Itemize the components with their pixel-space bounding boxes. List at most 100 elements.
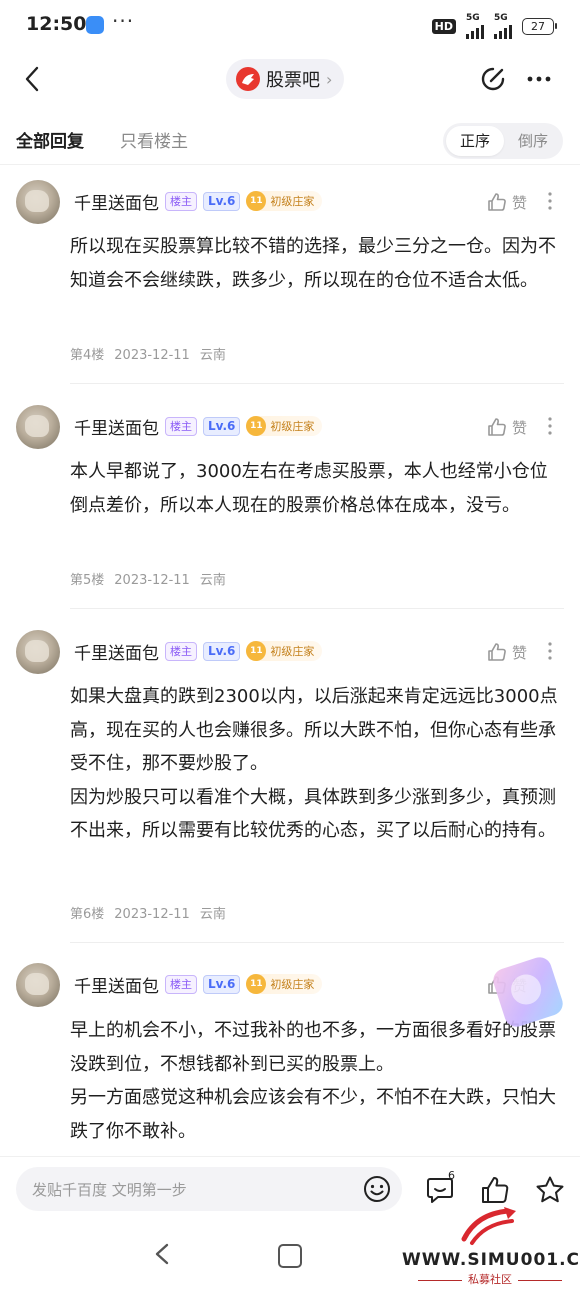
post-date: 2023-12-11 xyxy=(114,907,190,922)
post-content: 早上的机会不小，不过我补的也不多，一方面很多看好的股票没跌到位，不想钱都补到已买… xyxy=(70,1014,558,1148)
reply-input[interactable]: 发贴千百度 文明第一步 xyxy=(16,1167,402,1211)
star-icon[interactable] xyxy=(534,1174,566,1206)
status-time: 12:50 xyxy=(26,13,87,35)
paragraph: 所以现在买股票算比较不错的选择，最少三分之一仓。因为不知道会不会继续跌，跌多少，… xyxy=(70,236,556,291)
chevron-right-icon: › xyxy=(326,69,333,89)
post-location: 云南 xyxy=(199,348,226,363)
more-vertical-icon[interactable] xyxy=(546,641,554,661)
signal-2: 5G xyxy=(494,14,512,39)
watermark-subtitle: 私募社区 xyxy=(410,1271,570,1287)
op-badge: 楼主 xyxy=(165,641,197,661)
back-button[interactable] xyxy=(18,64,48,94)
rank-medal-icon: 11 xyxy=(246,974,267,994)
sort-desc-button[interactable]: 倒序 xyxy=(505,126,561,156)
reply-placeholder: 发贴千百度 文明第一步 xyxy=(32,1181,187,1199)
battery-icon: 27 xyxy=(522,18,557,35)
avatar[interactable] xyxy=(16,963,60,1007)
status-more-indicator: ··· xyxy=(112,9,135,33)
divider xyxy=(70,383,564,384)
post-location: 云南 xyxy=(199,573,226,588)
post-meta: 第5楼 2023-12-11 云南 xyxy=(70,569,236,588)
like-label: 赞 xyxy=(512,193,528,212)
level-badge: Lv.6 xyxy=(203,191,241,211)
divider xyxy=(70,942,564,943)
username[interactable]: 千里送面包 xyxy=(74,414,159,439)
level-badge: Lv.6 xyxy=(203,641,241,661)
post-content: 如果大盘真的跌到2300以内，以后涨起来肯定远远比3000点高，现在买的人也会赚… xyxy=(70,680,558,848)
like-button[interactable]: 赞 xyxy=(486,641,527,663)
rank-badge: 11 初级庄家 xyxy=(246,191,323,211)
back-arrow-icon xyxy=(25,66,39,92)
paragraph: 早上的机会不小，不过我补的也不多，一方面很多看好的股票没跌到位，不想钱都补到已买… xyxy=(70,1020,556,1075)
post-date: 2023-12-11 xyxy=(114,348,190,363)
op-badge: 楼主 xyxy=(165,416,197,436)
avatar[interactable] xyxy=(16,180,60,224)
forum-link[interactable]: 股票吧 › xyxy=(226,59,345,99)
username[interactable]: 千里送面包 xyxy=(74,639,159,664)
more-vertical-icon[interactable] xyxy=(546,191,554,211)
username[interactable]: 千里送面包 xyxy=(74,972,159,997)
avatar[interactable] xyxy=(16,405,60,449)
thumbs-up-icon[interactable] xyxy=(479,1174,511,1206)
op-badge: 楼主 xyxy=(165,974,197,994)
more-menu-button[interactable] xyxy=(525,65,553,93)
op-badge: 楼主 xyxy=(165,191,197,211)
status-bar: 12:50 ··· HD 5G 5G 27 xyxy=(0,0,580,50)
thumbs-up-icon xyxy=(488,643,506,661)
sort-asc-button[interactable]: 正序 xyxy=(446,126,504,156)
divider xyxy=(70,608,564,609)
app-notification-icon xyxy=(86,16,104,34)
post-meta: 第6楼 2023-12-11 云南 xyxy=(70,903,236,922)
thumbs-up-icon xyxy=(488,193,506,211)
rank-medal-icon: 11 xyxy=(246,416,267,436)
paragraph: 另一方面感觉这种机会应该会有不少，不怕不在大跌，只怕大跌了你不敢补。 xyxy=(70,1087,556,1142)
level-badge: Lv.6 xyxy=(203,974,241,994)
username[interactable]: 千里送面包 xyxy=(74,189,159,214)
avatar[interactable] xyxy=(16,630,60,674)
rank-medal-icon: 11 xyxy=(246,641,267,661)
signal-bars-icon xyxy=(494,23,512,39)
level-badge: Lv.6 xyxy=(203,416,241,436)
divider xyxy=(0,164,580,165)
edit-button[interactable] xyxy=(478,64,508,94)
more-horizontal-icon xyxy=(527,76,551,82)
like-label: 赞 xyxy=(512,643,528,662)
post-content: 本人早都说了，3000左右在考虑买股票，本人也经常小仓位倒点差价，所以本人现在的… xyxy=(70,455,558,522)
rank-badge: 11 初级庄家 xyxy=(246,416,323,436)
emoji-icon[interactable] xyxy=(362,1174,392,1204)
watermark-logo-icon xyxy=(461,1207,516,1245)
post-location: 云南 xyxy=(199,907,226,922)
like-label: 赞 xyxy=(512,418,528,437)
floor-number: 第4楼 xyxy=(70,348,105,363)
thumbs-up-icon xyxy=(488,418,506,436)
floor-number: 第6楼 xyxy=(70,907,105,922)
system-home-icon[interactable] xyxy=(278,1244,302,1268)
floor-number: 第5楼 xyxy=(70,573,105,588)
signal-1: 5G xyxy=(466,14,484,39)
hd-voice-icon: HD xyxy=(431,19,456,34)
like-button[interactable]: 赞 xyxy=(486,416,527,438)
signal-bars-icon xyxy=(466,23,484,39)
paragraph: 本人早都说了，3000左右在考虑买股票，本人也经常小仓位倒点差价，所以本人现在的… xyxy=(70,461,548,516)
rank-badge: 11 初级庄家 xyxy=(246,974,323,994)
post-date: 2023-12-11 xyxy=(114,573,190,588)
rank-medal-icon: 11 xyxy=(246,191,267,211)
more-vertical-icon[interactable] xyxy=(546,416,554,436)
forum-logo-icon xyxy=(236,67,260,91)
paragraph: 如果大盘真的跌到2300以内，以后涨起来肯定远远比3000点高，现在买的人也会赚… xyxy=(70,686,558,774)
sort-order-toggle: 正序 倒序 xyxy=(443,123,563,159)
tab-op-only[interactable]: 只看楼主 xyxy=(120,127,188,152)
reply-tabs: 全部回复 只看楼主 正序 倒序 xyxy=(0,118,580,162)
watermark-url: WWW.SIMU001.CN xyxy=(402,1250,580,1270)
post-content: 所以现在买股票算比较不错的选择，最少三分之一仓。因为不知道会不会继续跌，跌多少，… xyxy=(70,230,558,297)
edit-icon xyxy=(481,67,505,91)
forum-name: 股票吧 xyxy=(266,70,320,91)
top-nav: 股票吧 › xyxy=(0,55,580,105)
rank-badge: 11 初级庄家 xyxy=(246,641,323,661)
post-meta: 第4楼 2023-12-11 云南 xyxy=(70,344,236,363)
tab-all-replies[interactable]: 全部回复 xyxy=(16,127,84,152)
comment-count: 6 xyxy=(448,1169,455,1182)
paragraph: 因为炒股只可以看准个大概，具体跌到多少涨到多少，真预测不出来，所以需要有比较优秀… xyxy=(70,786,556,842)
like-button[interactable]: 赞 xyxy=(486,191,527,213)
system-back-icon[interactable] xyxy=(152,1242,172,1266)
